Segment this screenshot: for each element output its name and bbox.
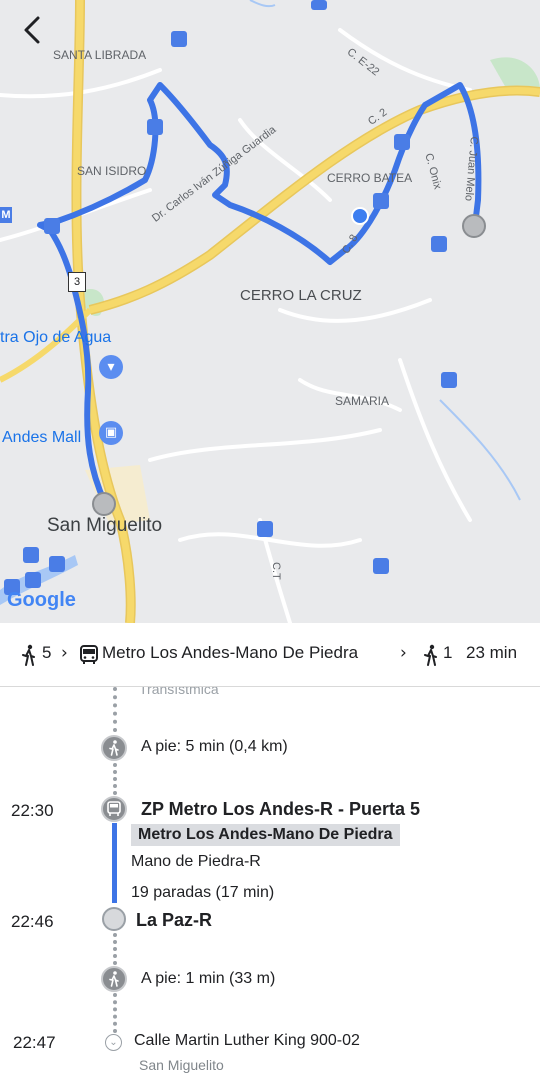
bus-icon	[107, 801, 121, 816]
road-label-ct: C.T	[270, 562, 282, 580]
bus-stop-icon[interactable]	[394, 134, 410, 150]
alight-stop-name[interactable]: La Paz-R	[136, 910, 212, 931]
bus-stop-icon[interactable]	[25, 572, 41, 588]
shopping-bag-icon[interactable]: ▣	[99, 421, 123, 445]
bus-step-icon	[101, 796, 127, 822]
summary-bus-line: Metro Los Andes-Mano De Piedra	[102, 643, 359, 662]
walk-start-minutes: 5	[42, 643, 52, 662]
chevron-right-icon: ›	[400, 643, 407, 663]
walk-connector	[113, 763, 117, 795]
map-label-san-isidro: SAN ISIDRO	[77, 164, 147, 178]
bus-icon	[80, 645, 98, 664]
walk-icon	[109, 740, 119, 756]
destination-city: San Miguelito	[139, 1057, 224, 1073]
alight-time: 22:46	[11, 912, 54, 931]
map-label-andes-mall: Andes Mall	[2, 429, 82, 446]
chevron-down-icon[interactable]: ⌄	[105, 1034, 122, 1051]
trip-steps[interactable]: Transístmica A pie: 5 min (0,4 km) 22:30…	[0, 687, 540, 1075]
bus-stop-icon[interactable]	[373, 193, 389, 209]
bus-stop-icon[interactable]	[44, 218, 60, 234]
destination-time: 22:47	[13, 1033, 56, 1052]
bus-stop-icon[interactable]	[147, 119, 163, 135]
trip-duration: 23 min	[466, 643, 518, 662]
route-headsign: Mano de Piedra-R	[131, 853, 261, 870]
bus-stop-icon[interactable]	[257, 521, 273, 537]
map-label-cerro-la-cruz: CERRO LA CRUZ	[240, 287, 362, 304]
alight-stop-marker	[102, 907, 126, 931]
map-label-samaria: SAMARIA	[335, 394, 390, 408]
current-location-dot	[351, 207, 369, 225]
walk-step-1: A pie: 5 min (0,4 km)	[141, 738, 288, 755]
bus-route-connector	[112, 823, 117, 903]
board-time: 22:30	[11, 801, 54, 820]
destination-marker	[462, 214, 486, 238]
walk-step-icon	[101, 735, 127, 761]
route-name-chip[interactable]: Metro Los Andes-Mano De Piedra	[131, 824, 400, 846]
map-label-santa-librada: SANTA LIBRADA	[53, 48, 147, 62]
walk-connector	[113, 933, 117, 965]
stops-count[interactable]: 19 paradas (17 min)	[131, 884, 274, 902]
walk-connector	[113, 687, 117, 732]
route-map[interactable]: ▾ ▣ SANTA LIBRADA SAN ISIDRO CERRO BATEA…	[0, 0, 540, 623]
bus-stop-icon[interactable]	[311, 0, 327, 10]
bus-stop-icon[interactable]	[49, 556, 65, 572]
board-stop-name[interactable]: ZP Metro Los Andes-R - Puerta 5	[141, 799, 420, 820]
back-arrow-icon	[24, 16, 40, 44]
map-label-san-miguelito: San Miguelito	[47, 515, 163, 536]
walk-connector	[113, 993, 117, 1033]
walk-icon	[22, 644, 35, 666]
walk-icon	[424, 644, 437, 666]
bus-stop-icon[interactable]	[431, 236, 447, 252]
bus-stop-icon[interactable]	[373, 558, 389, 574]
walk-end-minutes: 1	[443, 643, 453, 662]
metro-station-badge: M	[0, 207, 12, 223]
google-logo: Google	[7, 589, 76, 611]
walk-icon	[109, 971, 119, 987]
trip-summary-bar[interactable]: 5 › Metro Los Andes-Mano De Piedra › 1 2…	[0, 623, 540, 687]
bus-stop-icon[interactable]	[23, 547, 39, 563]
map-label-ojo-de-agua: tra Ojo de Agua	[0, 329, 112, 346]
map-label-cerro-batea: CERRO BATEA	[327, 171, 413, 185]
previous-location: Transístmica	[139, 687, 219, 697]
walk-step-icon	[101, 966, 127, 992]
chevron-right-icon: ›	[61, 643, 68, 663]
bus-stop-icon[interactable]	[441, 372, 457, 388]
walk-step-2: A pie: 1 min (33 m)	[141, 970, 276, 987]
route-shield-3: 3	[68, 272, 86, 292]
origin-marker	[92, 492, 116, 516]
bus-stop-icon[interactable]	[171, 31, 187, 47]
shopping-cart-icon[interactable]: ▾	[99, 355, 123, 379]
back-button[interactable]	[14, 10, 54, 50]
destination-address[interactable]: Calle Martin Luther King 900-02	[134, 1032, 360, 1050]
